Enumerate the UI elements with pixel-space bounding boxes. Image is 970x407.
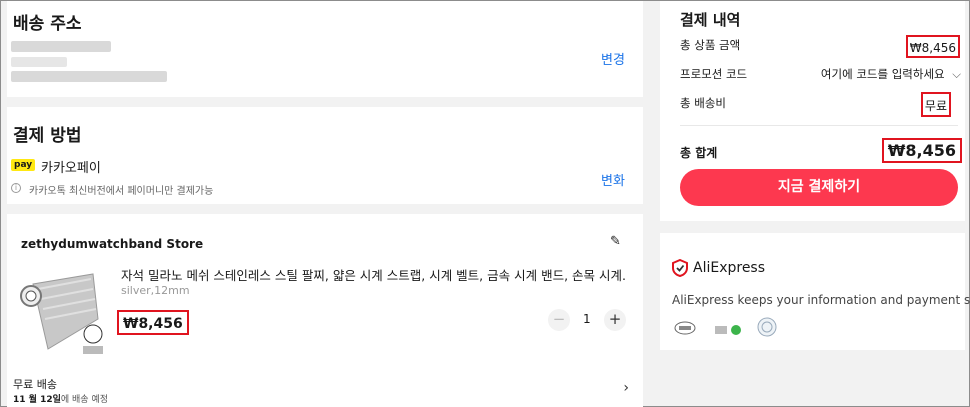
chevron-right-icon[interactable]: ›	[623, 380, 629, 396]
payment-notice: 카카오톡 최신버전에서 페이머니만 결제가능	[29, 186, 214, 197]
free-shipping-label: 무료 배송	[13, 378, 57, 391]
total-value: ₩8,456	[881, 138, 962, 163]
shipping-info[interactable]: 무료 배송 11 월 12일에 배송 예정 ›	[13, 376, 633, 406]
verified-badge-icon	[715, 321, 743, 340]
shield-check-icon	[672, 258, 688, 281]
edit-icon[interactable]: ✎	[610, 234, 621, 249]
shipping-fee-label: 총 배송비	[680, 96, 726, 110]
increase-button[interactable]: +	[604, 309, 626, 331]
shipping-change-link[interactable]: 변경	[601, 49, 625, 68]
pay-now-button[interactable]: 지금 결제하기	[680, 169, 958, 206]
store-card: zethydumwatchband Store ✎ 자석 밀라노 메쉬 스테인레…	[7, 214, 643, 407]
subtotal-label: 총 상품 금액	[680, 38, 741, 52]
product-title[interactable]: 자석 밀라노 메쉬 스테인레스 스틸 팔찌, 얇은 시계 스트랩, 시계 벨트,…	[121, 265, 627, 284]
info-icon: i	[11, 183, 21, 193]
quantity-value[interactable]: 1	[583, 312, 591, 326]
address-line-3	[11, 71, 167, 82]
shipping-title: 배송 주소	[13, 14, 82, 34]
shipping-card: 배송 주소 변경	[7, 1, 643, 97]
promo-code-input[interactable]: 여기에 코드를 입력하세요 ⌵	[821, 66, 961, 82]
aliexpress-logo: AliExpress	[693, 260, 766, 276]
trust-text: AliExpress keeps your information and pa…	[672, 293, 970, 307]
product-price: ₩8,456	[117, 310, 189, 335]
pci-dss-badge-icon	[674, 320, 696, 339]
store-name[interactable]: zethydumwatchband Store	[21, 237, 203, 251]
divider	[680, 125, 958, 126]
address-line-2	[11, 57, 67, 67]
delivery-estimate: 11 월 12일에 배송 예정	[13, 395, 109, 405]
shipping-fee-value: 무료	[920, 92, 951, 117]
summary-card: 결제 내역 총 상품 금액 ₩8,456 프로모션 코드 여기에 코드를 입력하…	[660, 1, 965, 221]
product-image[interactable]	[13, 264, 107, 358]
total-label: 총 합계	[680, 146, 718, 160]
payment-change-link[interactable]: 변화	[601, 170, 625, 189]
product-variant: silver,12mm	[121, 284, 190, 297]
kakaopay-icon: pay	[11, 159, 36, 171]
quantity-stepper: − 1 +	[548, 309, 626, 331]
chevron-down-icon: ⌵	[952, 67, 961, 81]
payment-card: 결제 방법 pay 카카오페이 i 카카오톡 최신버전에서 페이머니만 결제가능…	[7, 107, 643, 204]
promo-label: 프로모션 코드	[680, 67, 748, 81]
summary-title: 결제 내역	[680, 11, 741, 29]
payment-title: 결제 방법	[13, 126, 82, 146]
security-seal-icon	[757, 317, 777, 341]
payment-method-label: 카카오페이	[41, 161, 101, 176]
trust-card: AliExpress AliExpress keeps your informa…	[660, 233, 970, 350]
address-line-1	[11, 41, 111, 52]
subtotal-value: ₩8,456	[905, 35, 960, 58]
decrease-button[interactable]: −	[548, 309, 570, 331]
